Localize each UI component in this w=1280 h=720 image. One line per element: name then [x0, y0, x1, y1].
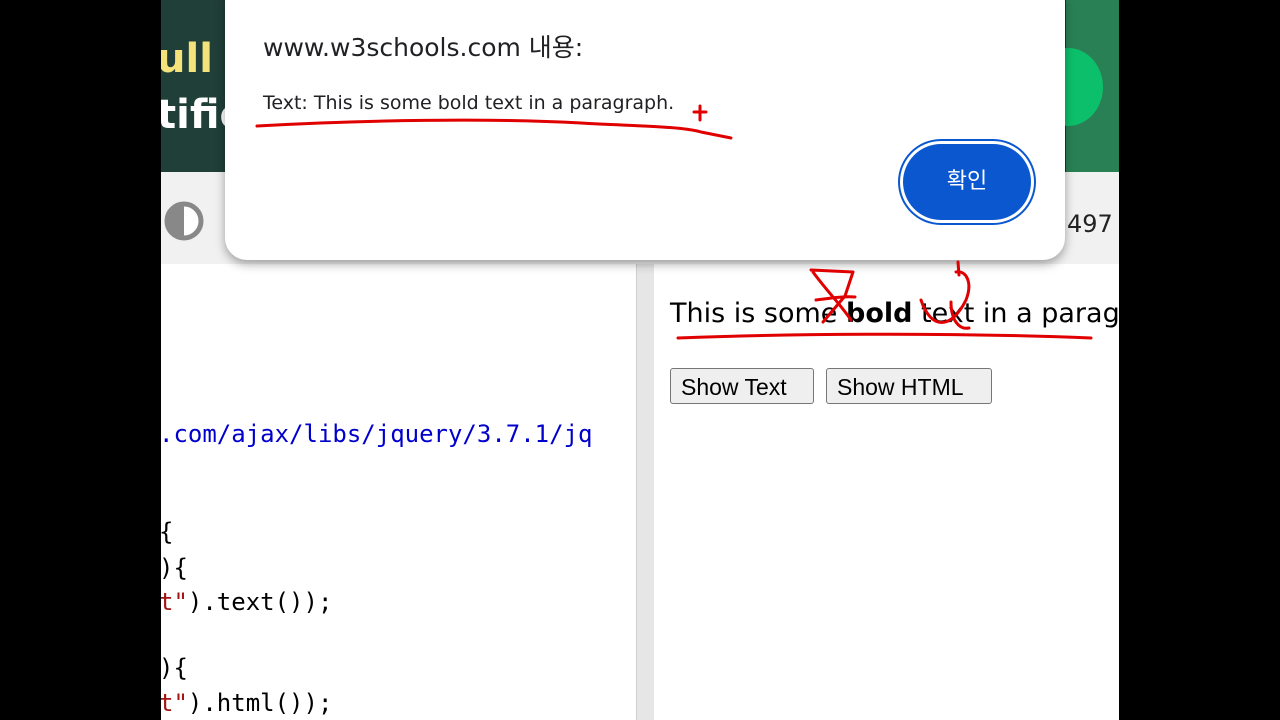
- browser-viewport: ull A tific 497 .com/ajax/libs/jquery/3.…: [161, 0, 1119, 720]
- code-string: t": [161, 689, 188, 717]
- result-paragraph: This is some bold text in a paragraph.: [670, 298, 1119, 329]
- code-line-text: t").text());: [161, 588, 332, 616]
- code-line-script-src: .com/ajax/libs/jquery/3.7.1/jq: [161, 420, 592, 448]
- code-string: t": [161, 588, 188, 616]
- code-line-fn2: ){: [161, 654, 188, 682]
- code-editor[interactable]: .com/ajax/libs/jquery/3.7.1/jq { ){ t").…: [161, 264, 636, 720]
- show-text-button[interactable]: Show Text: [670, 368, 814, 404]
- code-line-html: t").html());: [161, 689, 332, 717]
- theme-toggle-icon[interactable]: [163, 200, 205, 242]
- ok-button[interactable]: 확인: [903, 144, 1031, 220]
- code-line-brace: {: [161, 518, 173, 546]
- code-line-fn1: ){: [161, 554, 188, 582]
- dialog-message: Text: This is some bold text in a paragr…: [263, 92, 675, 114]
- show-html-button[interactable]: Show HTML: [826, 368, 992, 404]
- result-pane: This is some bold text in a paragraph. S…: [654, 264, 1119, 720]
- alert-dialog: www.w3schools.com 내용: Text: This is some…: [225, 0, 1065, 260]
- code-text-call: ).text());: [187, 588, 333, 616]
- para-bold-text: bold: [846, 298, 913, 329]
- pane-resize-handle[interactable]: [636, 264, 655, 720]
- code-html-call: ).html());: [187, 689, 333, 717]
- para-text-after: text in a paragraph.: [921, 298, 1119, 329]
- dialog-title: www.w3schools.com 내용:: [263, 33, 584, 62]
- para-text-before: This is some: [670, 298, 846, 329]
- view-count: 497: [1067, 210, 1113, 238]
- code-url: .com/ajax/libs/jquery/3.7.1/jq: [161, 420, 593, 448]
